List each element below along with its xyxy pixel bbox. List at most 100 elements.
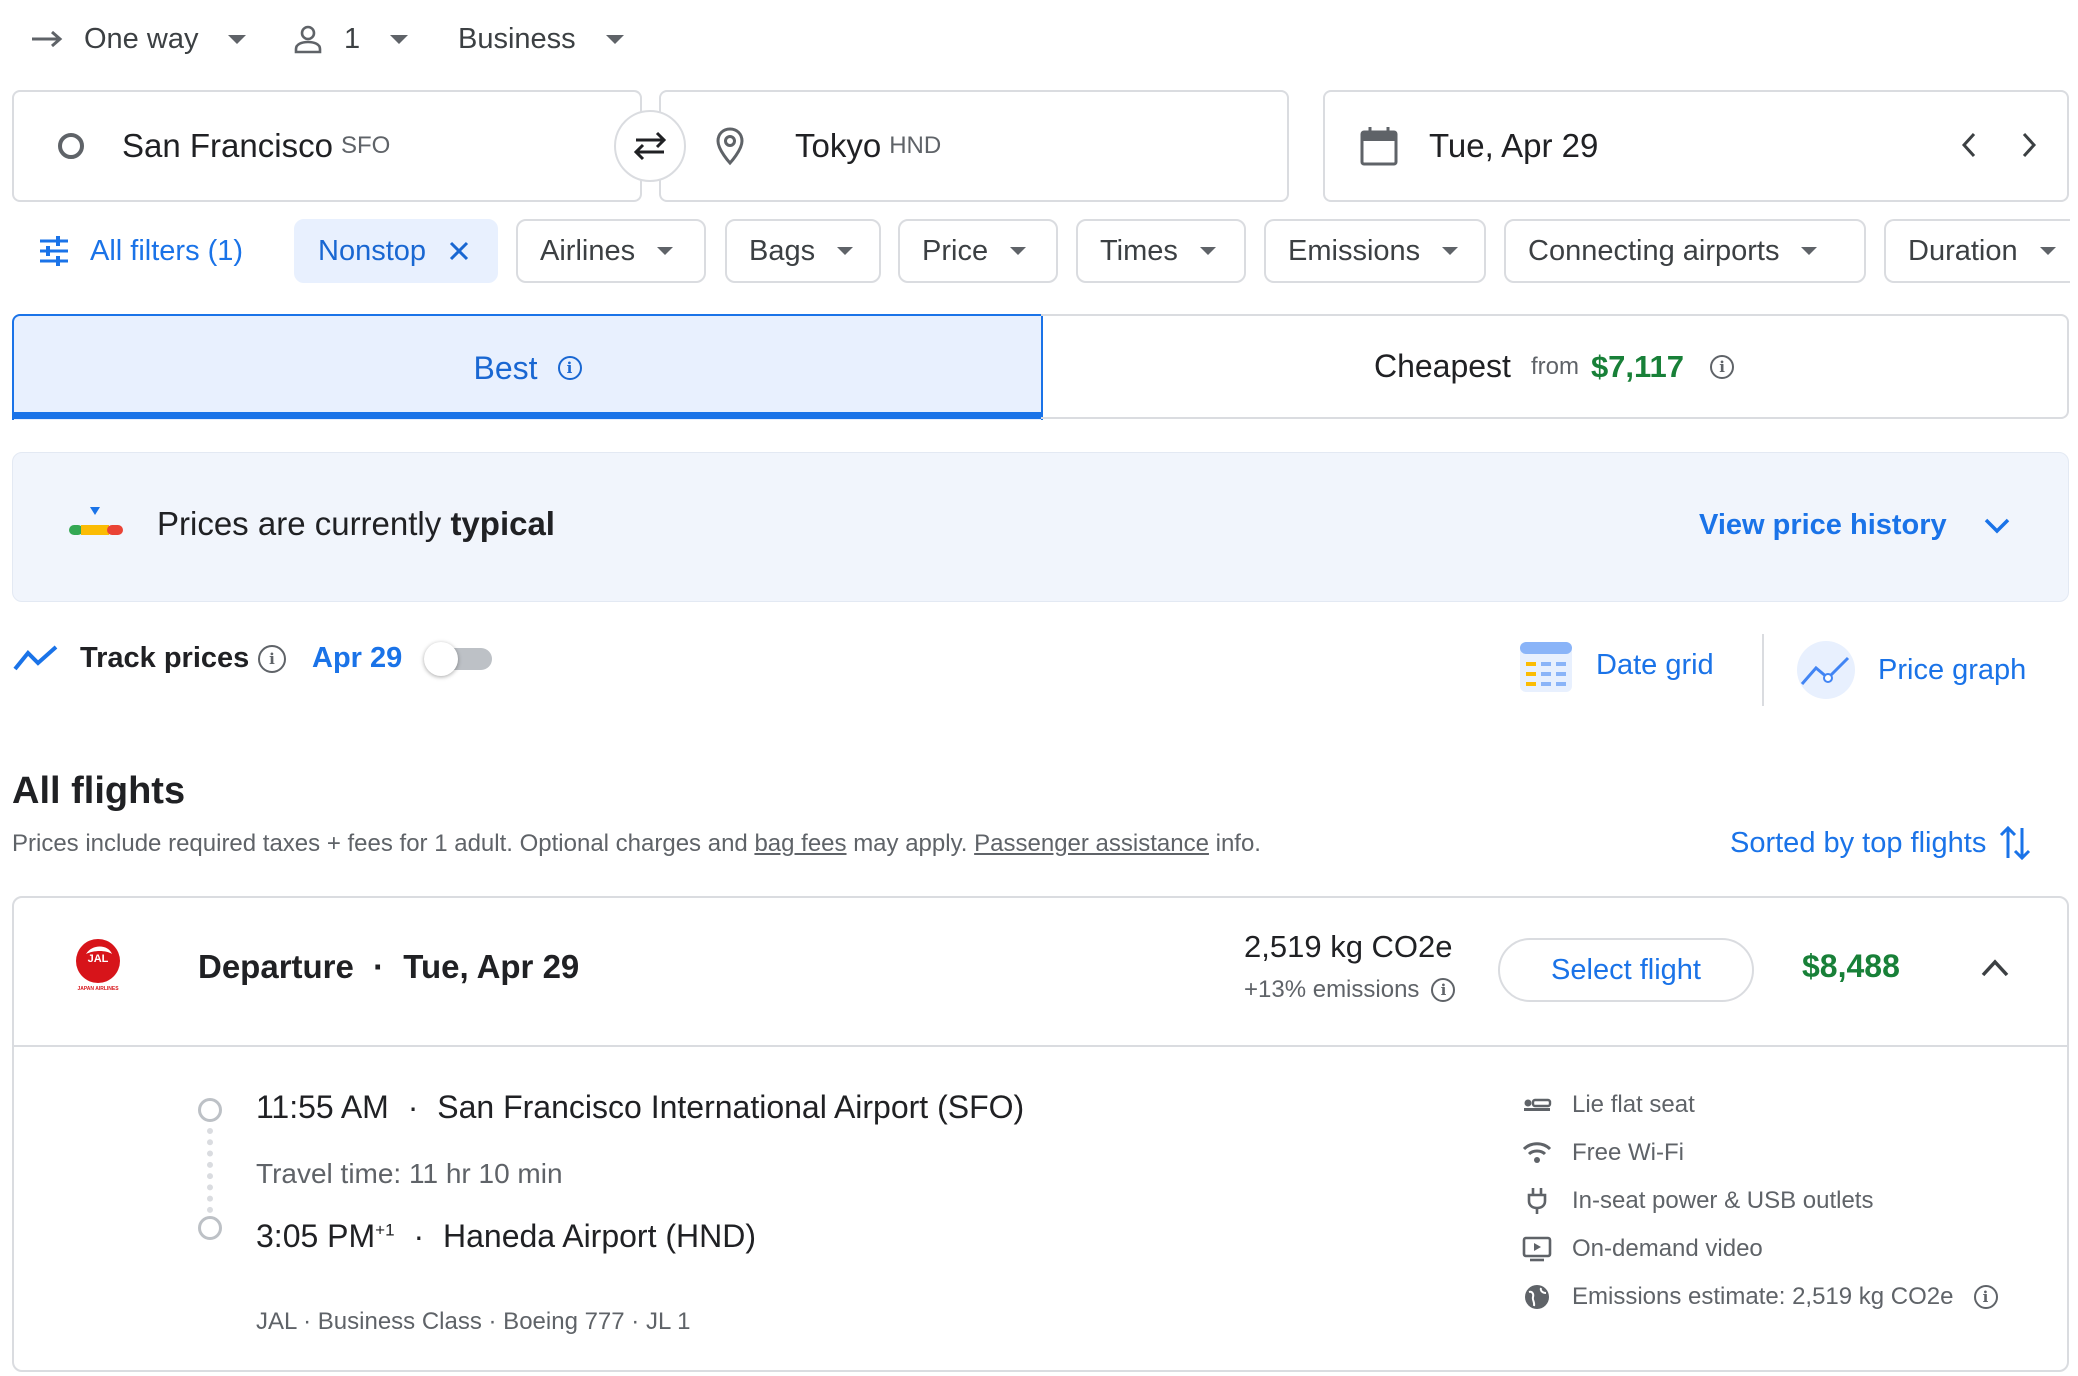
- connecting-airports-label: Connecting airports: [1528, 234, 1780, 267]
- date-field[interactable]: Tue, Apr 29: [1323, 90, 2069, 202]
- nonstop-label: Nonstop: [318, 234, 427, 267]
- emissions-value: 2,519 kg CO2e: [1244, 929, 1453, 964]
- emissions-delta-row: +13% emissions i: [1244, 976, 1456, 1004]
- price-level: typical: [450, 505, 555, 542]
- timeline-departure-dot: [198, 1098, 222, 1122]
- swap-button[interactable]: [614, 110, 686, 182]
- amenity-label: Free Wi-Fi: [1572, 1139, 1684, 1166]
- price-graph-icon: [1796, 640, 1856, 700]
- chevron-down-icon: [1442, 247, 1459, 255]
- flight-price: $8,488: [1802, 948, 1900, 984]
- all-filters-label: All filters (1): [90, 234, 244, 267]
- sort-button[interactable]: Sorted by top flights: [1730, 822, 2032, 864]
- date-value: Tue, Apr 29: [1429, 127, 1599, 164]
- tab-best[interactable]: Best i: [12, 314, 1043, 420]
- trip-type-select[interactable]: One way: [30, 14, 247, 64]
- amenity-wifi: Free Wi-Fi: [1522, 1133, 1684, 1173]
- select-flight-label: Select flight: [1551, 953, 1701, 986]
- passenger-select[interactable]: 1: [292, 14, 409, 64]
- separator-dot: ·: [407, 1089, 419, 1125]
- airlines-label: Airlines: [540, 234, 636, 267]
- card-divider: [12, 1045, 2069, 1047]
- price-graph-button[interactable]: Price graph: [1796, 640, 2026, 700]
- previous-date-button[interactable]: [1959, 130, 1979, 160]
- departure-label: Departure: [198, 948, 354, 985]
- airlines-filter[interactable]: Airlines: [516, 219, 706, 283]
- cheapest-label: Cheapest: [1373, 348, 1511, 384]
- swap-arrows-icon: [630, 130, 670, 162]
- times-filter[interactable]: Times: [1076, 219, 1246, 283]
- timeline-arrival-dot: [198, 1216, 222, 1240]
- collapse-chevron-up-icon[interactable]: [1980, 958, 2010, 978]
- price-filter[interactable]: Price: [898, 219, 1058, 283]
- date-grid-label: Date grid: [1596, 648, 1714, 681]
- flight-details: JAL · Business Class · Boeing 777 · JL 1: [256, 1308, 691, 1335]
- select-flight-button[interactable]: Select flight: [1498, 938, 1754, 1002]
- view-price-history-button[interactable]: View price history: [1699, 509, 2011, 542]
- info-icon[interactable]: i: [258, 645, 286, 673]
- cabin-class-select[interactable]: Business: [458, 14, 624, 64]
- info-icon[interactable]: i: [1973, 1285, 1998, 1309]
- passenger-count: 1: [344, 22, 361, 55]
- power-plug-icon: [1522, 1187, 1552, 1215]
- person-icon: [292, 23, 324, 55]
- duration-filter[interactable]: Duration: [1884, 219, 2070, 283]
- tab-cheapest[interactable]: Cheapest from $7,117 i: [1041, 314, 2069, 419]
- chevron-down-icon: [390, 34, 409, 44]
- arrival-day-offset: +1: [375, 1220, 395, 1240]
- globe-icon: [1522, 1283, 1552, 1311]
- info-icon[interactable]: i: [1431, 978, 1456, 1002]
- results-heading: All flights: [12, 770, 186, 812]
- nonstop-chip[interactable]: Nonstop: [294, 219, 498, 283]
- chevron-down-icon: [228, 34, 247, 44]
- track-prices-toggle[interactable]: [424, 640, 496, 676]
- price-note-text-2: may apply.: [853, 830, 968, 857]
- tune-filters-icon: [38, 235, 70, 267]
- price-insight-banner: Prices are currently typical View price …: [12, 452, 2069, 602]
- arrival-time: 3:05 PM: [256, 1218, 376, 1254]
- bags-label: Bags: [749, 234, 816, 267]
- destination-field[interactable]: Tokyo HND: [659, 90, 1289, 202]
- emissions-label: Emissions: [1288, 234, 1421, 267]
- chevron-down-icon: [1801, 247, 1818, 255]
- next-date-button[interactable]: [2019, 130, 2039, 160]
- date-grid-button[interactable]: Date grid: [1518, 636, 1714, 694]
- all-filters-button[interactable]: All filters (1): [38, 219, 243, 283]
- close-icon[interactable]: [448, 240, 470, 262]
- price-label: Price: [922, 234, 989, 267]
- departure-date: Tue, Apr 29: [403, 948, 580, 985]
- best-label: Best: [473, 349, 538, 386]
- origin-circle-icon: [56, 131, 86, 161]
- departure-row: 11:55 AM · San Francisco International A…: [256, 1089, 1024, 1126]
- chevron-down-icon: [605, 34, 624, 44]
- info-icon[interactable]: i: [557, 356, 582, 380]
- bags-filter[interactable]: Bags: [725, 219, 881, 283]
- amenity-label: In-seat power & USB outlets: [1572, 1187, 1874, 1214]
- chevron-down-icon: [2039, 247, 2056, 255]
- video-icon: [1522, 1236, 1552, 1262]
- times-label: Times: [1100, 234, 1178, 267]
- sort-label: Sorted by top flights: [1730, 826, 1987, 859]
- price-insight-prefix: Prices are currently: [157, 505, 442, 542]
- price-note-text-3: info.: [1215, 830, 1261, 857]
- connecting-airports-filter[interactable]: Connecting airports: [1504, 219, 1866, 283]
- passenger-assistance-link[interactable]: Passenger assistance: [974, 830, 1209, 857]
- destination-city: Tokyo: [795, 127, 882, 164]
- price-note-text-1: Prices include required taxes + fees for…: [12, 830, 748, 857]
- separator-dot: ·: [413, 1218, 425, 1254]
- trip-type-label: One way: [84, 22, 199, 55]
- separator-dot: ·: [373, 948, 385, 985]
- airline-logo-text: JAL: [87, 953, 109, 965]
- chevron-down-icon: [657, 247, 674, 255]
- amenity-power: In-seat power & USB outlets: [1522, 1181, 1873, 1221]
- emissions-delta: +13% emissions: [1244, 976, 1420, 1003]
- calendar-icon: [1359, 125, 1399, 167]
- emissions-filter[interactable]: Emissions: [1264, 219, 1486, 283]
- travel-time: Travel time: 11 hr 10 min: [256, 1158, 563, 1189]
- info-icon[interactable]: i: [1710, 354, 1735, 379]
- origin-city: San Francisco: [122, 127, 333, 164]
- airline-logo-subtext: JAPAN AIRLINES: [77, 986, 119, 992]
- origin-field[interactable]: San Francisco SFO: [12, 90, 642, 202]
- bag-fees-link[interactable]: bag fees: [754, 830, 846, 857]
- origin-code: SFO: [340, 132, 391, 159]
